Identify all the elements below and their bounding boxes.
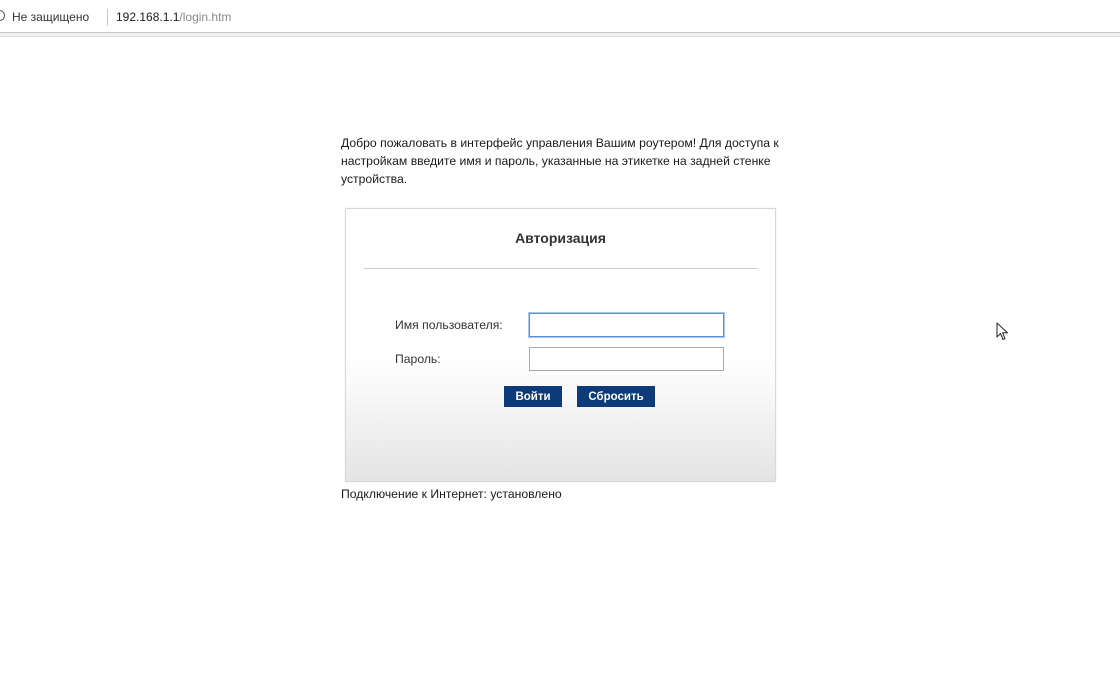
- toolbar-bottom-border: [0, 33, 1120, 37]
- login-panel: Авторизация Имя пользователя: Пароль: Во…: [345, 208, 776, 482]
- password-label: Пароль:: [395, 352, 441, 366]
- security-status[interactable]: Не защищено: [12, 10, 89, 25]
- username-label: Имя пользователя:: [395, 318, 503, 332]
- info-icon[interactable]: [0, 10, 5, 21]
- password-input[interactable]: [529, 347, 724, 371]
- username-input[interactable]: [529, 313, 724, 337]
- login-button[interactable]: Войти: [504, 386, 562, 407]
- title-divider: [364, 268, 758, 269]
- mouse-cursor-icon: [996, 322, 1009, 341]
- address-separator: [107, 9, 108, 26]
- welcome-text: Добро пожаловать в интерфейс управления …: [341, 136, 779, 186]
- url-field[interactable]: 192.168.1.1/login.htm: [116, 10, 231, 25]
- address-bar: Не защищено 192.168.1.1/login.htm: [0, 0, 1120, 37]
- connection-status: Подключение к Интернет: установлено: [341, 487, 562, 501]
- reset-button[interactable]: Сбросить: [577, 386, 655, 407]
- url-path: /login.htm: [179, 10, 232, 24]
- url-host: 192.168.1.1: [116, 10, 180, 24]
- login-title: Авторизация: [515, 230, 606, 246]
